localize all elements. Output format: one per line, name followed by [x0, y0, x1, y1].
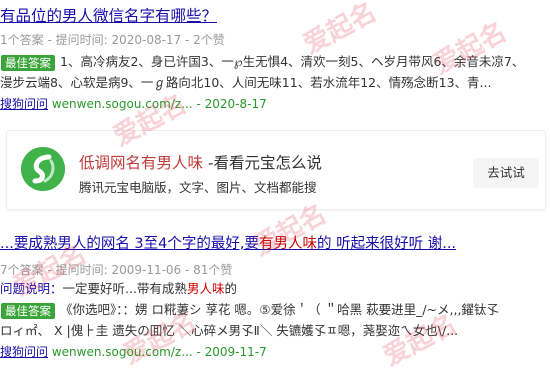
result2-question-label: 问题说明：: [0, 281, 63, 296]
result1-source-date: - 2020-8-17: [196, 97, 267, 111]
result2-question-text-a: 一定要好听...带有成熟: [62, 281, 187, 296]
result2-source-url[interactable]: wenwen.sogou.com/z...: [52, 345, 193, 359]
result2-meta: 7个答案 - 提问时间: 2009-11-06 - 81个赞: [0, 263, 233, 277]
result1-source: 搜狗问问 wenwen.sogou.com/z... - 2020-8-17: [0, 95, 267, 112]
result2-source: 搜狗问问 wenwen.sogou.com/z... - 2009-11-7: [0, 343, 267, 360]
result2-question: 问题说明：一定要好听...带有成熟男人味的: [0, 278, 237, 299]
yuanbao-card-title[interactable]: 低调网名有男人味 -看看元宝怎么说: [79, 151, 322, 173]
result2-source-site[interactable]: 搜狗问问: [0, 345, 48, 359]
result2-title-part-b: 的 听起来很好听 谢...: [317, 236, 457, 252]
result1-snippet-line1: 1、高冷病友2、身已许国3、一℘生无惧4、清欢一刻5、ヘ岁月带风6、余音未凉7、: [60, 54, 525, 69]
result2-title-part-a: ...要成熟男人的网名 3至4个字的最好,要: [0, 236, 259, 252]
result1-snippet-line2: 漫步云端8、心软是病9、一ℊ路向北10、人间无味11、若水流年12、情殇念断13…: [0, 75, 492, 90]
result2-source-date: - 2009-11-7: [196, 345, 267, 359]
result2-question-highlight: 男人味: [186, 281, 225, 296]
yuanbao-logo-icon: [21, 147, 65, 191]
result1-source-url[interactable]: wenwen.sogou.com/z...: [52, 97, 193, 111]
result1-title[interactable]: 有品位的男人微信名字有哪些？: [0, 4, 217, 26]
result2-title[interactable]: ...要成熟男人的网名 3至4个字的最好,要有男人味的 听起来很好听 谢...: [0, 232, 456, 253]
yuanbao-card[interactable]: 低调网名有男人味 -看看元宝怎么说 腾讯元宝电脑版，文字、图片、文档都能搜 去试…: [6, 130, 546, 210]
result1-meta: 1个答案 - 提问时间: 2020-08-17 - 2个赞: [0, 33, 225, 47]
try-it-button[interactable]: 去试试: [473, 158, 539, 188]
result2-snippet-line1: 《你选吧》：：娚 ロ糀萋シ 莩花 嗯。⑤爱徐＇（ ＂哈黑 萩要进里_/~メ,,,…: [60, 302, 499, 317]
result2-question-text-b: 的: [224, 281, 237, 296]
result2-best-answer-badge: 最佳答案: [1, 303, 55, 319]
result1-source-site[interactable]: 搜狗问问: [0, 97, 48, 111]
result1-best-answer-badge: 最佳答案: [1, 55, 55, 71]
result2-snippet-line2: ロィ㎡、 Ⅹ |傀⺊圭 遗失の囬忆 ＼心碎メ男孓Ⅱ＼ 失镳嬳孓ㅍ嗯，荛娶迩ㄟ女也…: [0, 323, 459, 338]
result2-title-highlight: 有男人味: [259, 236, 317, 252]
yuanbao-card-description: 腾讯元宝电脑版，文字、图片、文档都能搜: [79, 180, 317, 195]
card-title-rest: -看看元宝怎么说: [203, 154, 323, 172]
card-title-highlight: 低调网名有男人味: [79, 154, 204, 172]
